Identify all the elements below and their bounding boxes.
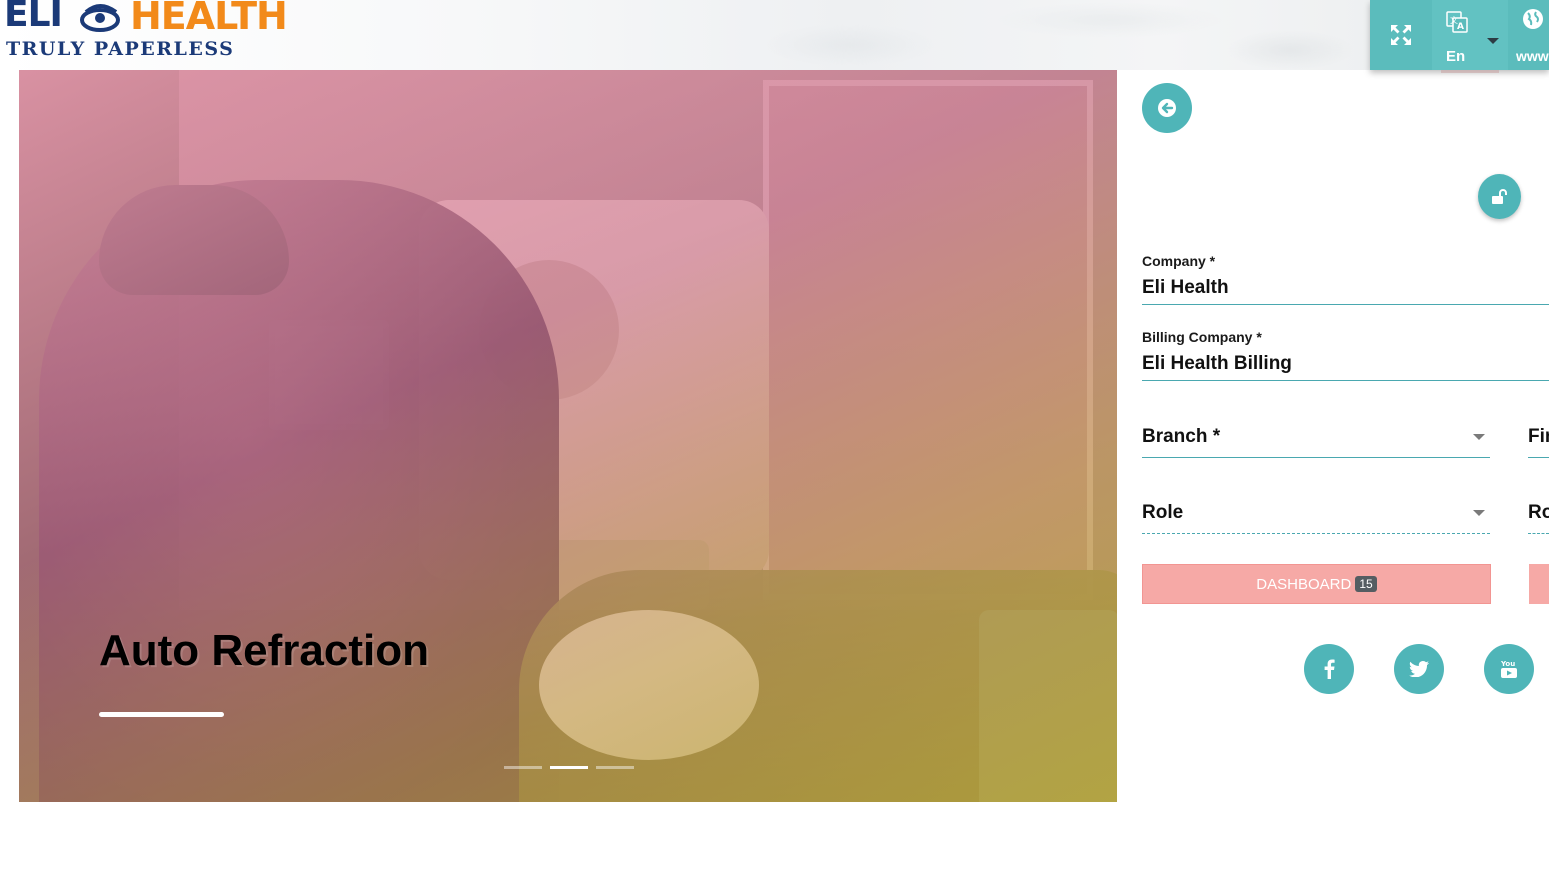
billing-company-label: Billing Company *: [1142, 329, 1262, 345]
youtube-button[interactable]: You: [1484, 644, 1534, 694]
language-selector[interactable]: 文 A En: [1432, 0, 1508, 70]
dashboard-button[interactable]: DASHBOARD 15: [1142, 564, 1491, 604]
second-role-select[interactable]: Ro: [1528, 496, 1549, 534]
carousel-indicator-2[interactable]: [550, 766, 588, 769]
login-page: ELI HEALTH TRULY PAPERLESS 文 A En www Au…: [0, 0, 1549, 872]
arrow-left-circle-icon: [1158, 99, 1176, 117]
branch-select-underline: [1142, 457, 1490, 458]
header: ELI HEALTH TRULY PAPERLESS: [0, 0, 1549, 70]
second-branch-select-label: Fir: [1528, 426, 1549, 447]
translate-icon: 文 A: [1446, 11, 1468, 33]
role-select[interactable]: Role: [1142, 496, 1490, 534]
dashboard-button-label: DASHBOARD: [1256, 575, 1352, 593]
facebook-button[interactable]: [1304, 644, 1354, 694]
second-dashboard-button[interactable]: [1529, 564, 1549, 604]
fullscreen-button[interactable]: [1370, 0, 1432, 70]
logo-eli-text: ELI: [4, 0, 63, 35]
role-select-label: Role: [1142, 502, 1184, 523]
slide-title-underline: [99, 712, 224, 717]
image-carousel[interactable]: Auto Refraction: [19, 70, 1117, 802]
language-underline: [1441, 70, 1499, 73]
language-label: En: [1446, 48, 1466, 65]
company-field[interactable]: Eli Health: [1142, 277, 1229, 299]
chevron-down-icon: [1473, 510, 1485, 516]
second-role-select-underline: [1528, 533, 1549, 534]
billing-company-field[interactable]: Eli Health Billing: [1142, 353, 1292, 375]
billing-company-field-underline: [1142, 380, 1549, 381]
chevron-down-icon: [1473, 434, 1485, 440]
role-select-underline: [1142, 533, 1490, 534]
website-label: www: [1516, 48, 1549, 64]
twitter-icon: [1409, 661, 1429, 677]
logo: ELI HEALTH TRULY PAPERLESS: [2, 0, 288, 62]
company-field-underline: [1142, 304, 1549, 305]
back-button[interactable]: [1142, 83, 1192, 133]
youtube-icon: You: [1500, 660, 1517, 678]
branch-select-label: Branch *: [1142, 426, 1221, 447]
svg-text:You: You: [1500, 660, 1515, 668]
globe-icon: [1523, 9, 1543, 29]
website-link[interactable]: www: [1508, 0, 1549, 70]
company-label: Company *: [1142, 253, 1216, 269]
slide-color-overlay: [19, 70, 1117, 802]
second-role-select-label: Ro: [1528, 502, 1549, 523]
carousel-indicators: [504, 766, 634, 769]
chevron-down-icon: [1487, 38, 1499, 44]
top-toolbar: 文 A En www: [1370, 0, 1549, 70]
unlock-button[interactable]: [1478, 174, 1521, 219]
carousel-indicator-3[interactable]: [596, 766, 634, 769]
dashboard-count-badge: 15: [1355, 576, 1377, 592]
header-background: [330, 0, 1370, 70]
svg-text:A: A: [1457, 22, 1464, 32]
second-branch-select[interactable]: Fir: [1528, 420, 1549, 458]
eye-logo-icon: [80, 4, 120, 32]
twitter-button[interactable]: [1394, 644, 1444, 694]
branch-select[interactable]: Branch *: [1142, 420, 1490, 458]
second-branch-select-underline: [1528, 457, 1549, 458]
logo-health-text: HEALTH: [130, 0, 288, 38]
fullscreen-icon: [1391, 25, 1411, 45]
slide-title: Auto Refraction: [99, 626, 429, 675]
logo-tagline: TRULY PAPERLESS: [6, 38, 235, 60]
facebook-icon: [1324, 659, 1335, 679]
carousel-indicator-1[interactable]: [504, 766, 542, 769]
unlock-icon: [1491, 188, 1507, 204]
